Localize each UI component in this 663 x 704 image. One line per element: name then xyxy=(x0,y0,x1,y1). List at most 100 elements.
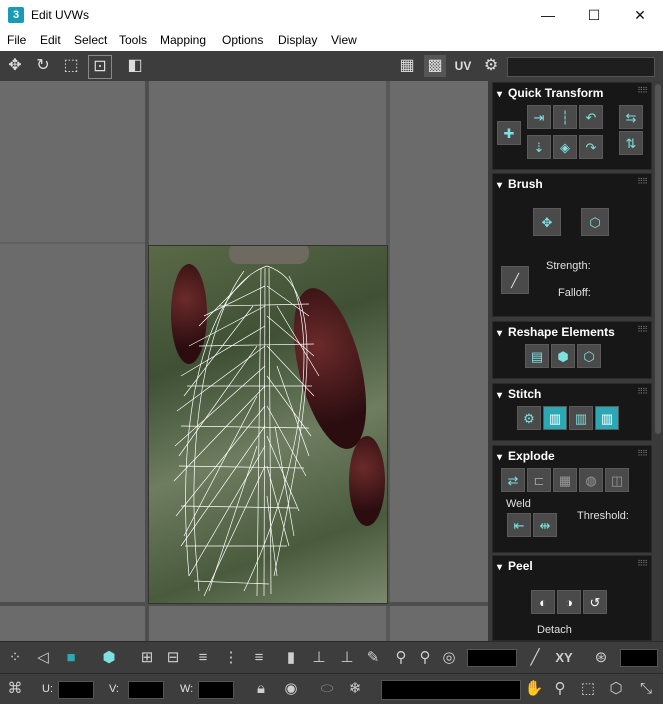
selection-set-field[interactable] xyxy=(381,680,521,700)
brush-title[interactable]: Brush xyxy=(497,177,543,191)
menu-view[interactable]: View xyxy=(331,33,357,47)
zoom-extents-icon[interactable]: ⬡ xyxy=(605,678,627,700)
checker-pattern-icon[interactable]: ▦ xyxy=(396,55,418,77)
world-icon[interactable]: ⊛ xyxy=(590,647,612,669)
menu-edit[interactable]: Edit xyxy=(40,33,61,47)
zoom-icon[interactable]: ⚲ xyxy=(549,678,571,700)
snap-icon[interactable]: ⊥ xyxy=(336,647,358,669)
align-icon[interactable]: ⊥ xyxy=(308,647,330,669)
reset-peel-icon[interactable]: ↺ xyxy=(583,590,607,614)
straighten-icon[interactable]: ▤ xyxy=(525,344,549,368)
align-center-icon[interactable]: ✚ xyxy=(497,121,521,145)
show-map-icon[interactable]: ▩ xyxy=(424,55,446,77)
brush-size-decrease-icon[interactable]: ⚲ xyxy=(414,647,436,669)
flip-horizontal-icon[interactable]: ⇆ xyxy=(619,105,643,129)
edge-mode-icon[interactable]: ◁ xyxy=(32,647,54,669)
maximize-button[interactable]: ☐ xyxy=(571,0,617,30)
status-toolbar: ⌘ U: V: W: 🔒︎ ◉ ⬭ ❄ ✋ ⚲ ⬚ ⬡ ⤡ xyxy=(0,673,663,704)
menu-file[interactable]: File xyxy=(7,33,26,47)
pan-icon[interactable]: ✋ xyxy=(523,678,545,700)
w-field[interactable] xyxy=(198,681,234,699)
close-button[interactable]: ✕ xyxy=(617,0,663,30)
app-icon: 3 xyxy=(8,7,24,23)
brush-rollout: Brush ⠿⠿ ✥ ⬡ ╱ Strength: Falloff: xyxy=(492,173,652,317)
stitch-to-target-icon[interactable]: ▥ xyxy=(543,406,567,430)
flatten-icon[interactable]: ▦ xyxy=(553,468,577,492)
soft-selection-icon[interactable]: ◎ xyxy=(438,647,460,669)
distance-icon[interactable]: ╱ xyxy=(524,647,546,669)
pin-icon[interactable]: ▮ xyxy=(280,647,302,669)
texture-dropdown[interactable] xyxy=(507,57,655,77)
grip-icon: ⠿⠿ xyxy=(637,559,648,568)
freeform-icon[interactable]: ⊡ xyxy=(88,55,112,79)
panel-scrollbar[interactable] xyxy=(655,84,661,434)
relax-icon[interactable]: ⬢ xyxy=(551,344,575,368)
freeze-icon[interactable]: ❄ xyxy=(344,678,366,700)
peel-title[interactable]: Peel xyxy=(497,559,533,573)
quick-transform-rollout: Quick Transform ⠿⠿ ✚ ⇥ ┆ ↶ ⇣ ◈ ↷ ⇆ ⇅ xyxy=(492,82,652,170)
window-title: Edit UVWs xyxy=(31,8,90,22)
stitch-title[interactable]: Stitch xyxy=(497,387,541,401)
lock-icon[interactable]: 🔒︎ xyxy=(250,678,272,700)
stitch-average-icon[interactable]: ▥ xyxy=(569,406,593,430)
weld-selected-icon[interactable]: ⇹ xyxy=(533,513,557,537)
rotation-field[interactable] xyxy=(620,649,658,667)
space-horizontal-icon[interactable]: ┆ xyxy=(553,105,577,129)
move-icon[interactable]: ✥ xyxy=(4,55,26,77)
rotate-icon[interactable]: ↻ xyxy=(32,55,54,77)
v-field[interactable] xyxy=(128,681,164,699)
loop-icon[interactable]: ≡ xyxy=(192,647,214,669)
quick-transform-title[interactable]: Quick Transform xyxy=(497,86,603,100)
settings-icon[interactable]: ⚙ xyxy=(480,55,502,77)
menu-select[interactable]: Select xyxy=(74,33,107,47)
quick-peel-icon[interactable]: ◐ xyxy=(531,590,555,614)
weld-label: Weld xyxy=(506,498,531,510)
face-mode-icon[interactable]: ■ xyxy=(60,647,82,669)
stitch-to-source-icon[interactable]: ▥ xyxy=(595,406,619,430)
relax-settings-icon[interactable]: ⬡ xyxy=(577,344,601,368)
grip-icon: ⠿⠿ xyxy=(637,449,648,458)
paint-move-icon[interactable]: ✥ xyxy=(533,208,561,236)
mirror-icon[interactable]: ◧ xyxy=(124,55,146,77)
brush-size-icon[interactable]: ⚲ xyxy=(390,647,412,669)
split-icon[interactable]: ◫ xyxy=(605,468,629,492)
break-icon[interactable]: ⇄ xyxy=(501,468,525,492)
reshape-title[interactable]: Reshape Elements xyxy=(497,325,615,339)
transform-gizmo-icon[interactable]: ⌘ xyxy=(4,678,26,700)
menu-tools[interactable]: Tools xyxy=(119,33,147,47)
xy-label[interactable]: XY xyxy=(550,647,578,669)
align-vertical-icon[interactable]: ⇣ xyxy=(527,135,551,159)
paint-select-icon[interactable]: ✎ xyxy=(362,647,384,669)
uv-label[interactable]: UV xyxy=(450,55,476,77)
scale-icon[interactable]: ⬚ xyxy=(60,55,82,77)
menu-display[interactable]: Display xyxy=(278,33,317,47)
stitch-custom-icon[interactable]: ⚙ xyxy=(517,406,541,430)
explode-title[interactable]: Explode xyxy=(497,449,555,463)
vertex-mode-icon[interactable]: ⁘ xyxy=(4,647,26,669)
edge-loop-icon[interactable]: ≡ xyxy=(248,647,270,669)
ring-icon[interactable]: ⋮ xyxy=(220,647,242,669)
rotate-plus-90-icon[interactable]: ↷ xyxy=(579,135,603,159)
relax-brush-icon[interactable]: ⬡ xyxy=(581,208,609,236)
brush-falloff-icon[interactable]: ╱ xyxy=(501,266,529,294)
detach-edges-icon[interactable]: ⊏ xyxy=(527,468,551,492)
falloff-field[interactable] xyxy=(467,649,517,667)
element-mode-icon[interactable]: ⬢ xyxy=(98,647,120,669)
unhide-icon[interactable]: ⬭ xyxy=(316,678,338,700)
target-weld-icon[interactable]: ⇤ xyxy=(507,513,531,537)
rotate-minus-90-icon[interactable]: ↶ xyxy=(579,105,603,129)
weld-all-icon[interactable]: ◍ xyxy=(579,468,603,492)
zoom-region-icon[interactable]: ⬚ xyxy=(577,678,599,700)
menu-options[interactable]: Options xyxy=(222,33,263,47)
hide-icon[interactable]: ◉ xyxy=(280,678,302,700)
zoom-selected-icon[interactable]: ⤡ xyxy=(635,678,657,700)
menu-mapping[interactable]: Mapping xyxy=(160,33,206,47)
minimize-button[interactable]: — xyxy=(525,0,571,30)
grow-selection-icon[interactable]: ⊞ xyxy=(136,647,158,669)
space-vertical-icon[interactable]: ◈ xyxy=(553,135,577,159)
align-horizontal-icon[interactable]: ⇥ xyxy=(527,105,551,129)
shrink-selection-icon[interactable]: ⊟ xyxy=(162,647,184,669)
peel-mode-icon[interactable]: ◑ xyxy=(557,590,581,614)
flip-vertical-icon[interactable]: ⇅ xyxy=(619,131,643,155)
u-field[interactable] xyxy=(58,681,94,699)
